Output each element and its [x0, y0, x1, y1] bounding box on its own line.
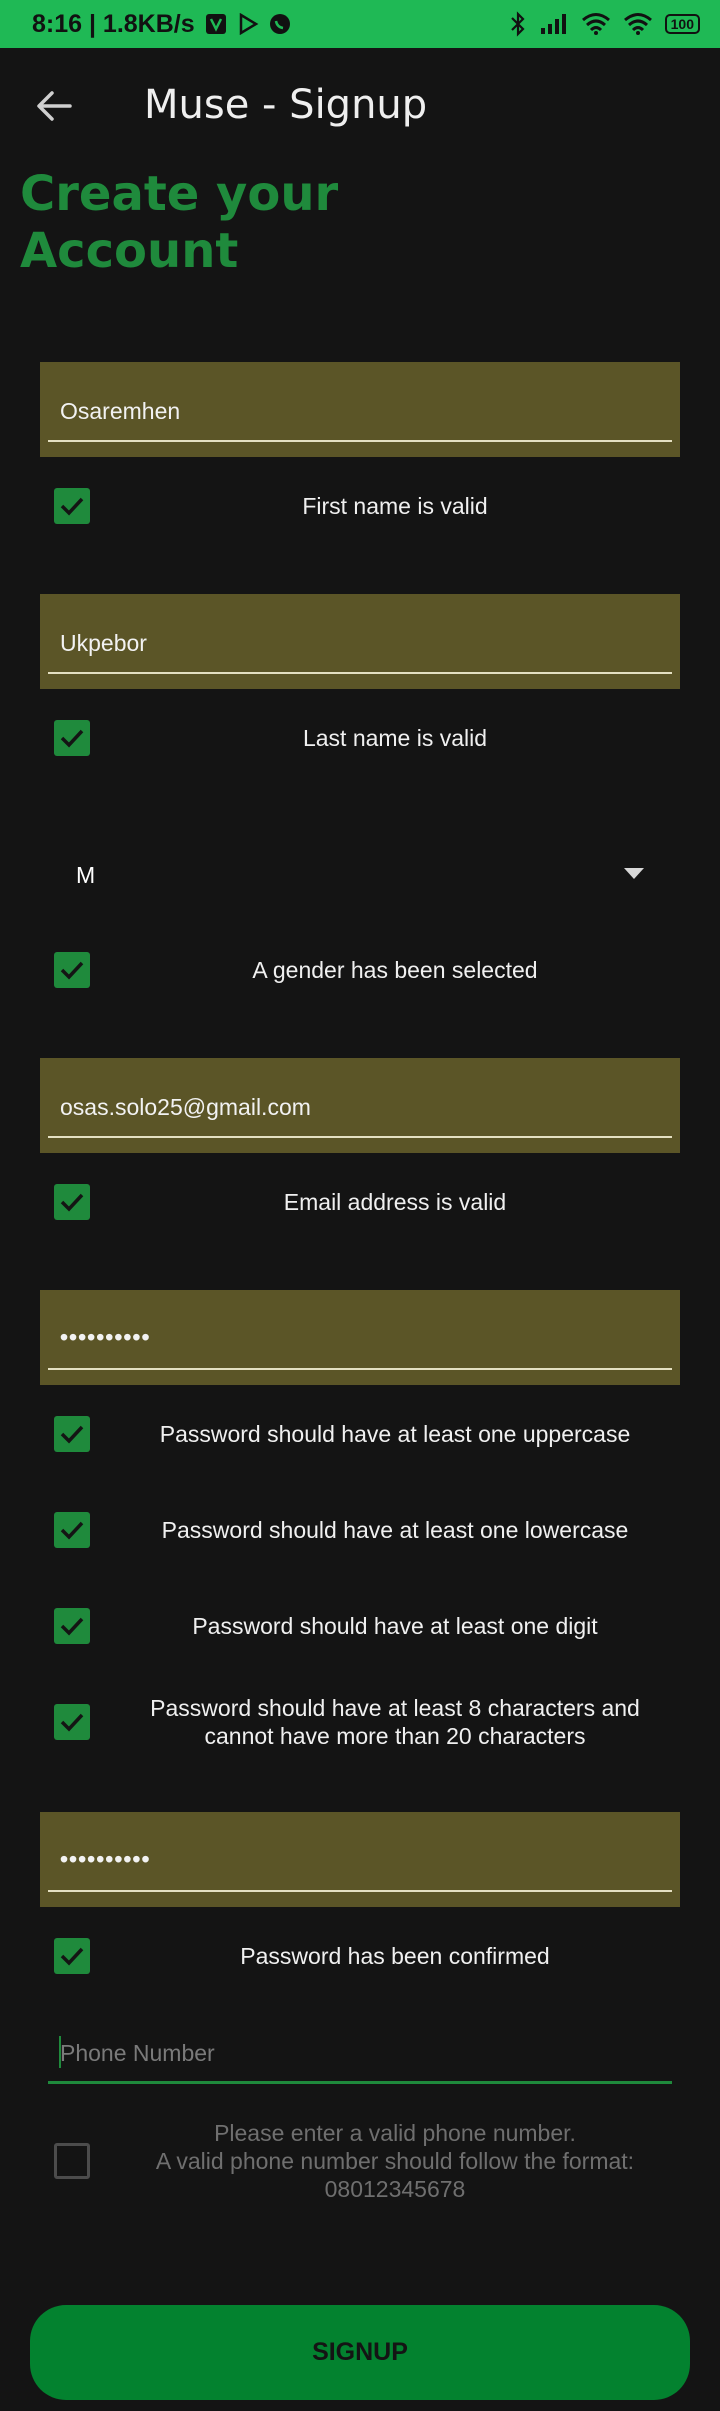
uppercase-check-text: Password should have at least one upperc…: [159, 1421, 631, 1447]
email-validation: Email address is valid: [40, 1172, 680, 1232]
phone-validation: Please enter a valid phone number. A val…: [40, 2116, 680, 2206]
check-icon: [60, 1521, 84, 1540]
field-underline: [48, 1136, 672, 1138]
arrow-left-icon: [37, 91, 72, 121]
first-name-check-text: First name is valid: [302, 493, 488, 519]
dropdown-arrow-icon: [624, 868, 644, 879]
play-store-icon: [237, 13, 259, 35]
password-digit-validation: Password should have at least one digit: [40, 1596, 680, 1656]
phone-placeholder: Phone Number: [60, 2040, 215, 2066]
page-heading: Create your Account: [20, 166, 339, 279]
gender-validation: A gender has been selected: [40, 940, 680, 1000]
length-check-line-2: cannot have more than 20 characters: [204, 1723, 586, 1749]
digit-checkbox[interactable]: [54, 1608, 90, 1644]
field-underline: [48, 440, 672, 442]
battery-indicator: 100: [664, 14, 700, 34]
check-icon: [60, 1193, 84, 1212]
confirm-password-validation: Password has been confirmed: [40, 1926, 680, 1986]
bluetooth-icon: [509, 11, 527, 37]
length-check-text: Password should have at least 8 characte…: [110, 1694, 680, 1750]
signal-icon: [539, 13, 569, 35]
first-name-checkbox[interactable]: [54, 488, 90, 524]
last-name-field[interactable]: Ukpebor: [40, 594, 680, 689]
phone-hint-line-1: Please enter a valid phone number.: [214, 2120, 576, 2146]
signup-button[interactable]: SIGNUP: [30, 2305, 690, 2400]
password-field[interactable]: ••••••••••: [40, 1290, 680, 1385]
status-bar: 8:16 | 1.8KB/s 100: [0, 0, 720, 48]
field-underline: [48, 1890, 672, 1892]
phone-hint-line-3: 08012345678: [324, 2176, 466, 2202]
phone-hint-line-2: A valid phone number should follow the f…: [155, 2148, 635, 2174]
phone-hint-text: Please enter a valid phone number. A val…: [110, 2119, 680, 2203]
check-icon: [60, 1947, 84, 1966]
gender-checkbox[interactable]: [54, 952, 90, 988]
last-name-checkbox[interactable]: [54, 720, 90, 756]
app-bar: Muse - Signup: [0, 48, 720, 166]
length-check-line-1: Password should have at least 8 characte…: [150, 1695, 640, 1721]
check-icon: [60, 961, 84, 980]
gender-check-text: A gender has been selected: [252, 957, 538, 983]
first-name-value: Osaremhen: [60, 398, 181, 424]
wifi-icon: [581, 12, 611, 36]
app-title: Muse - Signup: [144, 82, 428, 128]
password-uppercase-validation: Password should have at least one upperc…: [40, 1404, 680, 1464]
digit-check-text: Password should have at least one digit: [192, 1613, 598, 1639]
confirm-password-value: ••••••••••: [60, 1846, 151, 1872]
gender-selected-value: M: [76, 862, 96, 888]
check-icon: [60, 1713, 84, 1732]
confirm-password-checkbox[interactable]: [54, 1938, 90, 1974]
lowercase-check-text: Password should have at least one lowerc…: [161, 1517, 629, 1543]
email-check-text: Email address is valid: [283, 1189, 507, 1215]
password-value: ••••••••••: [60, 1324, 151, 1350]
first-name-validation: First name is valid: [40, 476, 680, 536]
vpn-icon: [205, 13, 227, 35]
status-time: 8:16 | 1.8KB/s: [32, 9, 195, 38]
check-icon: [60, 497, 84, 516]
confirm-password-check-text: Password has been confirmed: [240, 1943, 550, 1969]
field-underline: [48, 1368, 672, 1370]
last-name-check-text: Last name is valid: [302, 725, 488, 751]
email-checkbox[interactable]: [54, 1184, 90, 1220]
whatsapp-icon: [269, 13, 291, 35]
phone-number-input[interactable]: Phone Number: [40, 2018, 680, 2088]
check-icon: [60, 729, 84, 748]
wifi-icon-2: [623, 12, 653, 36]
phone-checkbox[interactable]: [54, 2143, 90, 2179]
field-underline: [48, 672, 672, 674]
length-checkbox[interactable]: [54, 1704, 90, 1740]
password-length-validation: Password should have at least 8 characte…: [40, 1692, 680, 1752]
back-button[interactable]: [34, 86, 74, 126]
confirm-password-field[interactable]: ••••••••••: [40, 1812, 680, 1907]
first-name-field[interactable]: Osaremhen: [40, 362, 680, 457]
check-icon: [60, 1617, 84, 1636]
phone-field-underline: [48, 2081, 672, 2084]
email-field[interactable]: osas.solo25@gmail.com: [40, 1058, 680, 1153]
check-icon: [60, 1425, 84, 1444]
uppercase-checkbox[interactable]: [54, 1416, 90, 1452]
lowercase-checkbox[interactable]: [54, 1512, 90, 1548]
last-name-value: Ukpebor: [60, 630, 147, 656]
password-lowercase-validation: Password should have at least one lowerc…: [40, 1500, 680, 1560]
gender-dropdown[interactable]: M: [40, 840, 680, 910]
last-name-validation: Last name is valid: [40, 708, 680, 768]
email-value: osas.solo25@gmail.com: [60, 1094, 311, 1120]
